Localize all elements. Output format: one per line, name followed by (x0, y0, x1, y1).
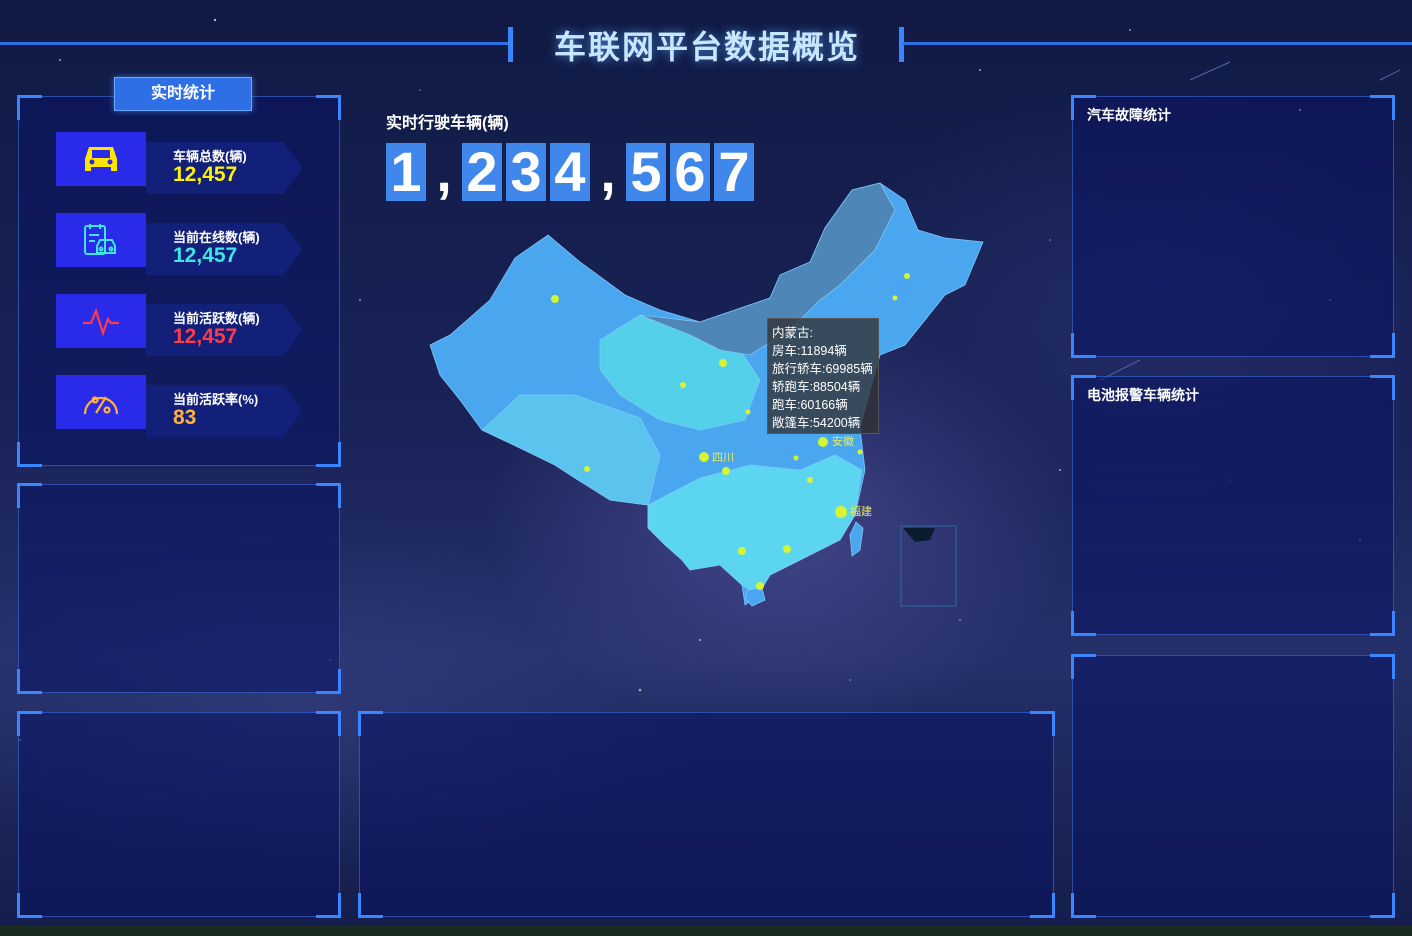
center-bottom-panel (358, 711, 1055, 918)
tooltip-title: 内蒙古: (772, 326, 813, 340)
bottom-taskbar (0, 926, 1412, 936)
fault-stats-panel: 汽车故障统计 (1071, 95, 1395, 358)
map-label-anhui: 安徽 (832, 434, 854, 448)
tooltip-line: 房车:11894辆 (772, 344, 847, 358)
fault-stats-title: 汽车故障统计 (1087, 107, 1171, 123)
battery-alarm-title: 电池报警车辆统计 (1087, 387, 1199, 403)
map-tooltip: 内蒙古: 房车:11894辆 旅行轿车:69985辆 轿跑车:88504辆 跑车… (767, 318, 879, 434)
map-label-fujian: 福建 (850, 504, 872, 518)
tooltip-line: 敞篷车:54200辆 (772, 416, 861, 430)
battery-alarm-panel: 电池报警车辆统计 (1071, 375, 1395, 636)
map-label-sichuan: 四川 (712, 452, 734, 464)
tooltip-line: 旅行轿车:69985辆 (772, 362, 873, 376)
map-region-hainan[interactable] (744, 587, 766, 607)
tooltip-line: 轿跑车:88504辆 (772, 380, 861, 394)
inset-land (903, 528, 935, 542)
right-bottom-panel (1071, 654, 1395, 918)
map-region-taiwan[interactable] (849, 521, 864, 557)
tooltip-line: 跑车:60166辆 (772, 398, 848, 412)
